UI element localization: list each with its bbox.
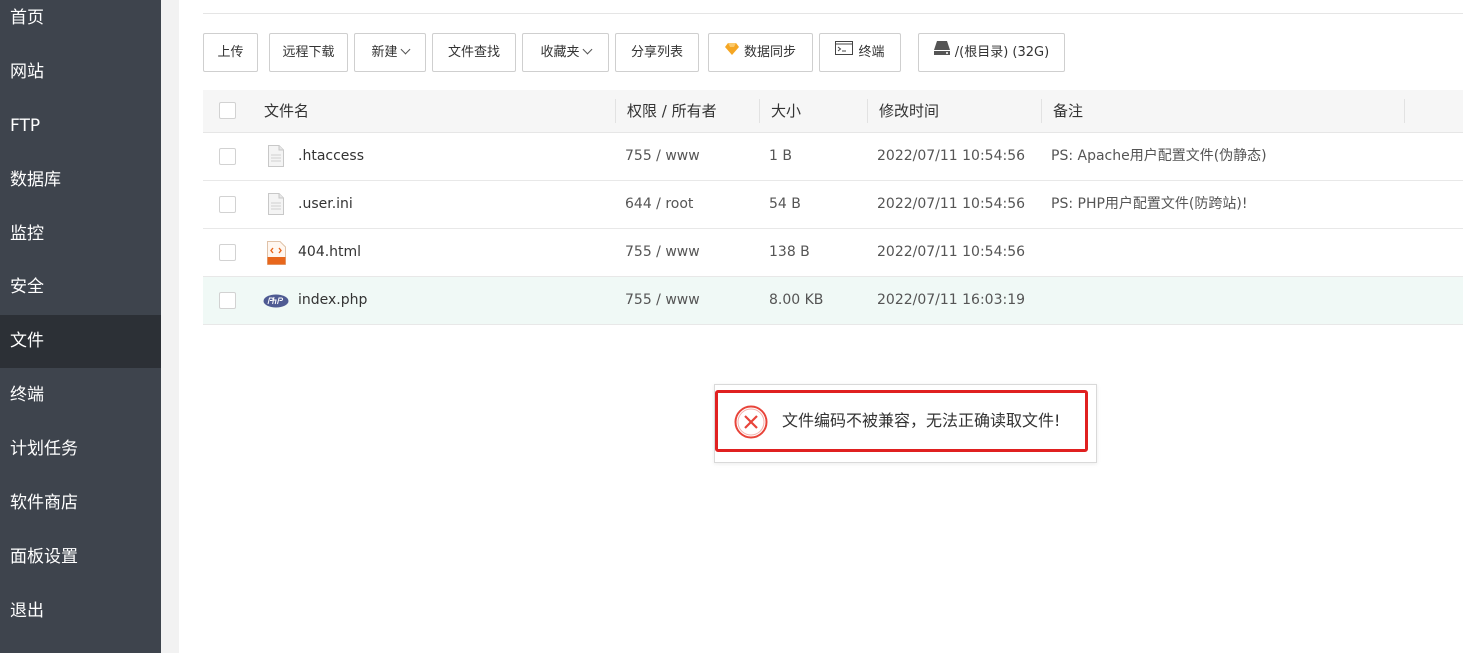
new-label: 新建 — [371, 45, 398, 60]
file-table-header: 文件名 权限 / 所有者 大小 修改时间 备注 — [203, 90, 1463, 133]
column-divider — [1404, 99, 1405, 123]
file-permission[interactable]: 755 / www — [625, 229, 700, 276]
data-sync-button[interactable]: 数据同步 — [708, 33, 813, 72]
sidebar-item-terminal[interactable]: 终端 — [0, 369, 161, 422]
row-checkbox[interactable] — [219, 244, 236, 261]
sidebar-item-logout[interactable]: 退出 — [0, 585, 161, 638]
file-name-link[interactable]: index.php — [298, 277, 367, 324]
php-file-icon — [263, 293, 289, 312]
row-checkbox[interactable] — [219, 292, 236, 309]
sidebar-item-panel-settings[interactable]: 面板设置 — [0, 531, 161, 584]
column-divider — [759, 99, 760, 123]
table-row[interactable]: .user.ini 644 / root 54 B 2022/07/11 10:… — [203, 181, 1463, 229]
divider — [203, 13, 1463, 14]
sidebar-item-database[interactable]: 数据库 — [0, 154, 161, 207]
column-header-modified[interactable]: 修改时间 — [879, 90, 939, 132]
file-note[interactable]: PS: Apache用户配置文件(伪静态) — [1051, 133, 1267, 180]
file-permission[interactable]: 755 / www — [625, 133, 700, 180]
share-list-label: 分享列表 — [630, 45, 683, 60]
layout-gutter — [161, 0, 179, 653]
disk-selector-button[interactable]: /(根目录) (32G) — [918, 33, 1065, 72]
error-circle-icon — [734, 405, 768, 443]
file-modified-time: 2022/07/11 10:54:56 — [877, 244, 1026, 260]
file-name-link[interactable]: .user.ini — [298, 181, 353, 228]
file-permission[interactable]: 755 / www — [625, 277, 700, 324]
terminal-button[interactable]: 终端 — [819, 33, 901, 72]
upload-button[interactable]: 上传 — [203, 33, 258, 72]
text-file-icon — [268, 193, 284, 219]
column-header-note: 备注 — [1053, 102, 1084, 120]
upload-label: 上传 — [217, 45, 244, 60]
sidebar-item-files[interactable]: 文件 — [0, 315, 161, 368]
table-row[interactable]: 404.html 755 / www 138 B 2022/07/11 10:5… — [203, 229, 1463, 277]
html-file-icon — [267, 241, 286, 269]
table-row[interactable]: index.php 755 / www 8.00 KB 2022/07/11 1… — [203, 277, 1463, 325]
column-header-size[interactable]: 大小 — [771, 90, 801, 132]
select-all-checkbox[interactable] — [219, 102, 236, 119]
file-size: 54 B — [769, 196, 801, 212]
file-search-label: 文件查找 — [447, 45, 500, 60]
file-name-link[interactable]: 404.html — [298, 229, 361, 276]
column-header-name[interactable]: 文件名 — [264, 90, 309, 132]
sidebar-item-security[interactable]: 安全 — [0, 261, 161, 314]
new-button[interactable]: 新建 — [354, 33, 426, 72]
file-name-link[interactable]: .htaccess — [298, 133, 364, 180]
row-checkbox[interactable] — [219, 148, 236, 165]
favorites-label: 收藏夹 — [540, 45, 580, 60]
file-modified-time: 2022/07/11 10:54:56 — [877, 196, 1026, 212]
file-permission[interactable]: 644 / root — [625, 181, 693, 228]
file-search-button[interactable]: 文件查找 — [432, 33, 516, 72]
sidebar-item-ftp[interactable]: FTP — [0, 100, 161, 153]
file-note[interactable]: PS: PHP用户配置文件(防跨站)! — [1051, 181, 1247, 228]
file-size: 8.00 KB — [769, 292, 824, 308]
terminal-icon — [835, 33, 854, 70]
sidebar: 首页 网站 FTP 数据库 监控 安全 文件 终端 计划任务 软件商店 面板设置… — [0, 0, 161, 653]
sidebar-item-website[interactable]: 网站 — [0, 46, 161, 99]
diamond-icon — [724, 33, 739, 70]
file-modified-time: 2022/07/11 16:03:19 — [877, 292, 1026, 308]
sidebar-item-home[interactable]: 首页 — [0, 0, 161, 45]
table-row[interactable]: .htaccess 755 / www 1 B 2022/07/11 10:54… — [203, 133, 1463, 181]
row-checkbox[interactable] — [219, 196, 236, 213]
remote-download-button[interactable]: 远程下载 — [269, 33, 348, 72]
file-size: 1 B — [769, 148, 792, 164]
data-sync-label: 数据同步 — [743, 45, 796, 60]
favorites-button[interactable]: 收藏夹 — [522, 33, 609, 72]
remote-download-label: 远程下载 — [282, 45, 335, 60]
terminal-label: 终端 — [858, 45, 885, 60]
sidebar-item-monitor[interactable]: 监控 — [0, 208, 161, 261]
error-message-dialog: 文件编码不被兼容，无法正确读取文件! — [714, 384, 1097, 463]
column-divider — [1041, 99, 1042, 123]
sidebar-item-app-store[interactable]: 软件商店 — [0, 477, 161, 530]
chevron-down-icon — [400, 44, 410, 55]
share-list-button[interactable]: 分享列表 — [615, 33, 699, 72]
column-divider — [615, 99, 616, 123]
column-header-permission[interactable]: 权限 / 所有者 — [627, 90, 717, 132]
sidebar-item-cron[interactable]: 计划任务 — [0, 423, 161, 476]
chevron-down-icon — [582, 44, 592, 55]
file-manager-panel: 上传 远程下载 新建 文件查找 收藏夹 分享列表 数据同步 终端 /(根目录) … — [179, 0, 1463, 653]
text-file-icon — [268, 145, 284, 171]
file-modified-time: 2022/07/11 10:54:56 — [877, 148, 1026, 164]
error-message-text: 文件编码不被兼容，无法正确读取文件! — [782, 411, 1061, 430]
file-size: 138 B — [769, 244, 810, 260]
error-highlight-frame: 文件编码不被兼容，无法正确读取文件! — [715, 390, 1088, 452]
column-divider — [867, 99, 868, 123]
disk-icon — [933, 33, 950, 70]
disk-label: /(根目录) (32G) — [954, 45, 1050, 60]
